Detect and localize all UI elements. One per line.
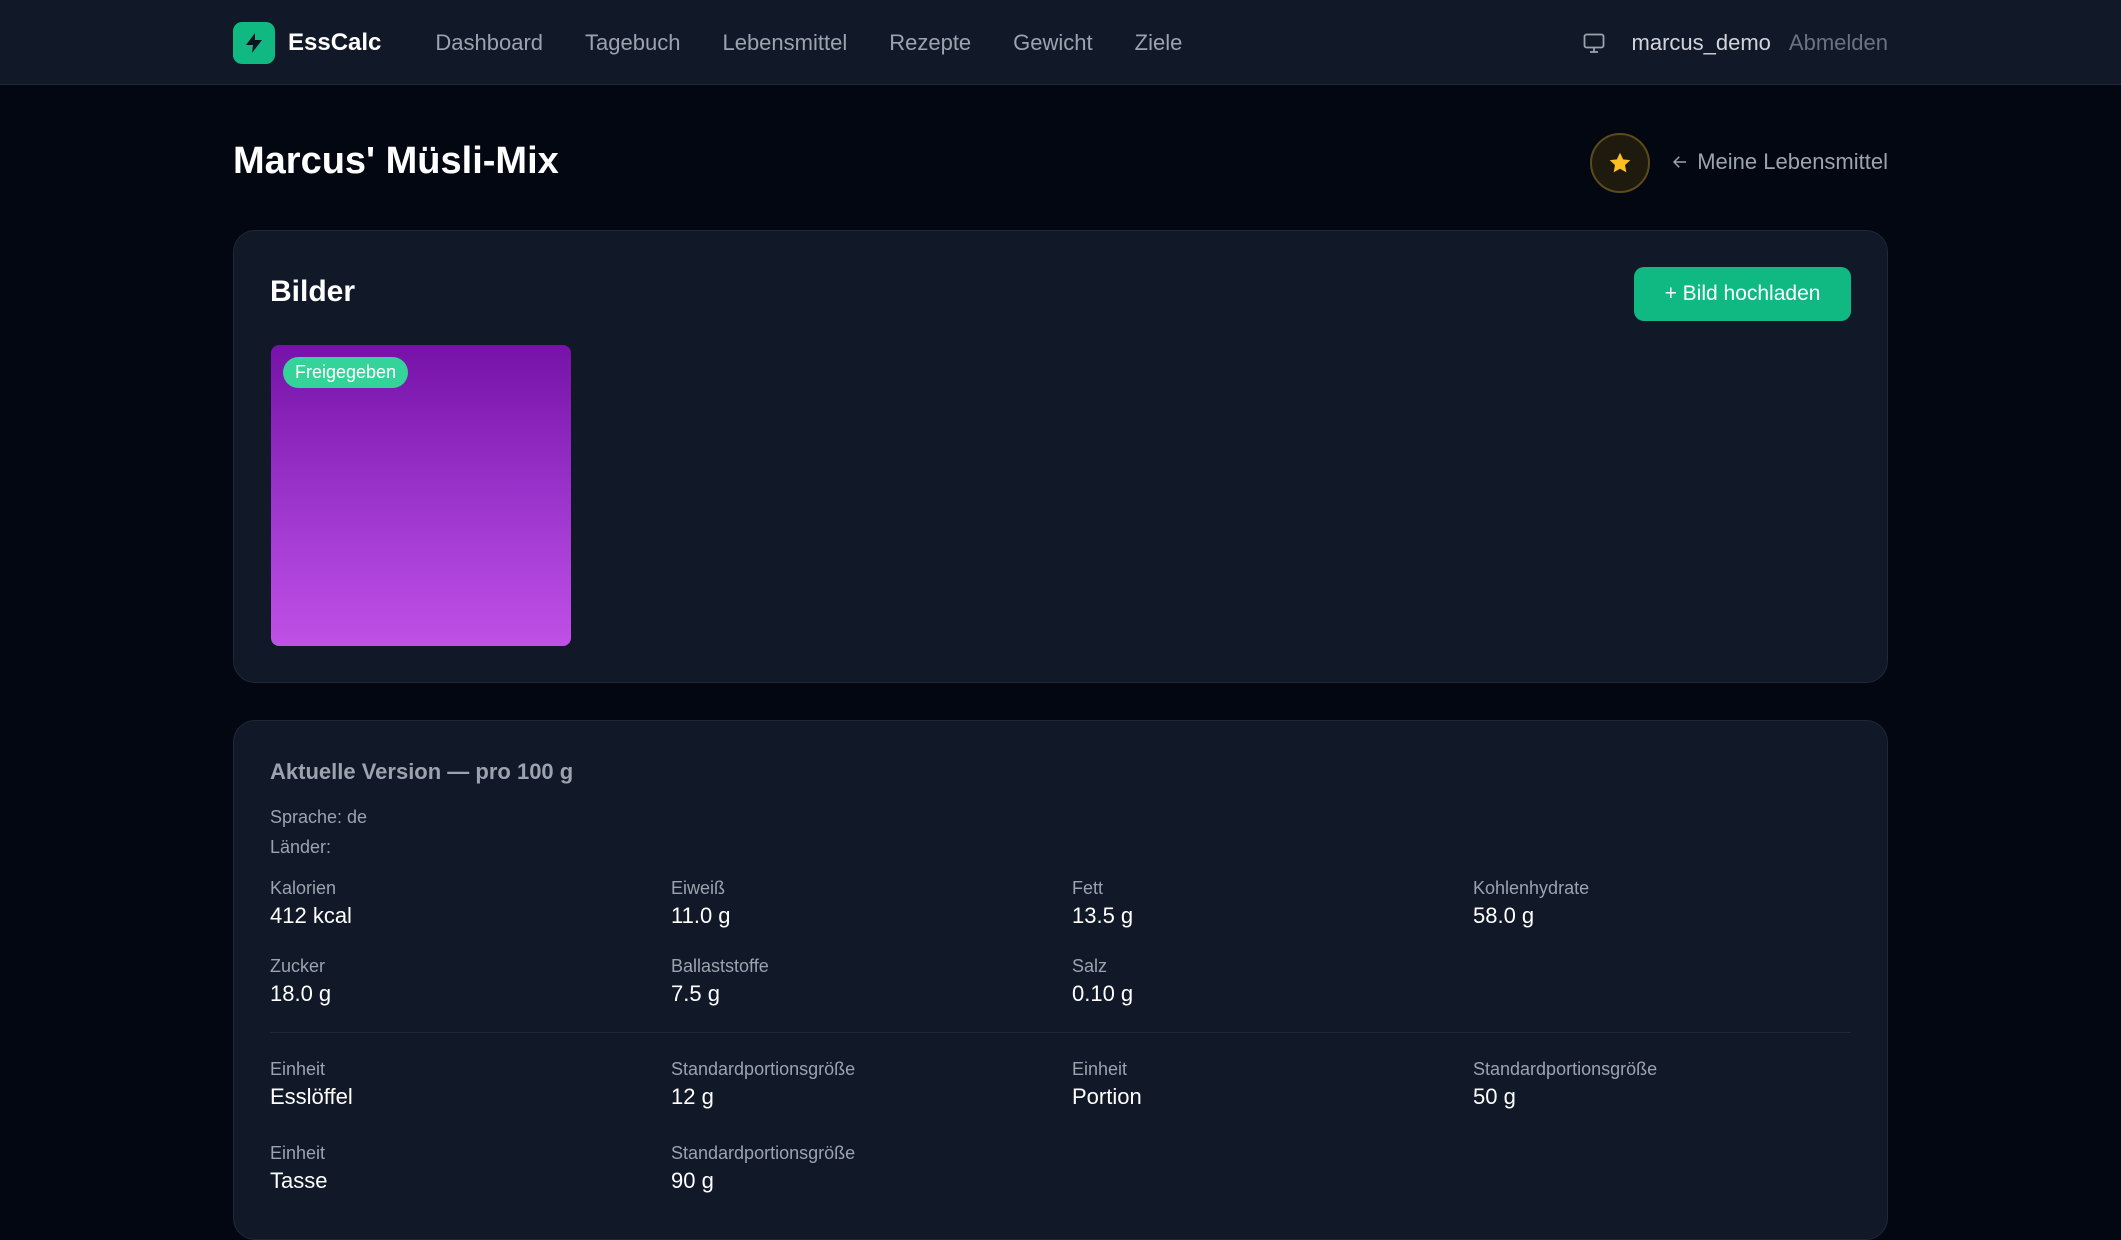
unit-label: Einheit (270, 1143, 326, 1163)
nutrient-label: Eiweiß (671, 878, 726, 898)
nutrient-fat: Fett 13.5 g (1072, 878, 1133, 929)
nav-item-gewicht[interactable]: Gewicht (1013, 30, 1092, 56)
nav-item-rezepte[interactable]: Rezepte (889, 30, 971, 56)
top-navigation-inner: EssCalc Dashboard Tagebuch Lebensmittel … (233, 0, 1888, 85)
countries-line: Länder: (270, 837, 332, 857)
username: marcus_demo (1631, 29, 1771, 55)
nutrient-value: 18.0 g (270, 981, 332, 1006)
unit-label: Einheit (1072, 1059, 1128, 1079)
unit-tasse: Einheit Tasse (270, 1143, 327, 1194)
nutrient-value: 0.10 g (1072, 981, 1134, 1006)
nutrient-sugar: Zucker 18.0 g (270, 956, 331, 1007)
image-thumbnail[interactable]: Freigegeben (271, 345, 571, 646)
user-area: marcus_demo Abmelden (1582, 30, 1888, 56)
nutrient-value: 13.5 g (1072, 903, 1134, 928)
portion-size-label: Standardportionsgröße (1473, 1059, 1658, 1079)
nutrient-label: Ballaststoffe (671, 956, 769, 976)
nutrient-label: Fett (1072, 878, 1104, 898)
arrow-left-icon (1673, 156, 1687, 168)
nav-item-dashboard[interactable]: Dashboard (435, 30, 543, 56)
favorite-button[interactable] (1590, 133, 1650, 193)
nutrient-fiber: Ballaststoffe 7.5 g (671, 956, 769, 1007)
unit-label: Einheit (270, 1059, 326, 1079)
unit-esslöffel-size: Standardportionsgröße 12 g (671, 1059, 855, 1110)
version-title: Aktuelle Version — pro 100 g (270, 759, 574, 784)
main-nav: Dashboard Tagebuch Lebensmittel Rezepte … (435, 30, 1224, 56)
nutrient-value: 58.0 g (1473, 903, 1535, 928)
back-link-label: Meine Lebensmittel (1697, 149, 1888, 174)
logout-link[interactable]: Abmelden (1789, 30, 1888, 56)
back-to-my-foods-link[interactable]: Meine Lebensmittel (1671, 149, 1888, 175)
nutrient-label: Kohlenhydrate (1473, 878, 1590, 898)
portion-size-value: 50 g (1473, 1084, 1516, 1109)
star-icon (1609, 152, 1631, 173)
nav-item-tagebuch[interactable]: Tagebuch (585, 30, 680, 56)
unit-value: Portion (1072, 1084, 1142, 1109)
brand-logo-link[interactable]: EssCalc (233, 21, 382, 64)
nutrient-carbohydrates: Kohlenhydrate 58.0 g (1473, 878, 1589, 929)
unit-esslöffel: Einheit Esslöffel (270, 1059, 353, 1110)
brand-name: EssCalc (288, 28, 382, 56)
unit-tasse-size: Standardportionsgröße 90 g (671, 1143, 855, 1194)
section-divider (270, 1032, 1851, 1033)
nutrient-value: 7.5 g (671, 981, 720, 1006)
portion-size-value: 12 g (671, 1084, 714, 1109)
nutrient-protein: Eiweiß 11.0 g (671, 878, 731, 929)
portion-size-label: Standardportionsgröße (671, 1143, 856, 1163)
nutrient-label: Salz (1072, 956, 1108, 976)
top-navigation-bar: EssCalc Dashboard Tagebuch Lebensmittel … (0, 0, 2121, 85)
images-card-title: Bilder (270, 275, 356, 308)
nutrient-label: Kalorien (270, 878, 337, 898)
current-version-card: Aktuelle Version — pro 100 g Sprache: de… (233, 720, 1888, 1240)
upload-image-button[interactable]: + Bild hochladen (1634, 267, 1851, 321)
unit-portion: Einheit Portion (1072, 1059, 1142, 1110)
nutrient-salt: Salz 0.10 g (1072, 956, 1133, 1007)
nav-item-lebensmittel[interactable]: Lebensmittel (722, 30, 847, 56)
monitor-icon[interactable] (1582, 31, 1606, 55)
unit-value: Esslöffel (270, 1084, 353, 1109)
language-line: Sprache: de (270, 807, 368, 827)
lightning-bolt-icon (233, 21, 275, 64)
unit-value: Tasse (270, 1168, 328, 1193)
portion-size-value: 90 g (671, 1168, 714, 1193)
nutrient-value: 412 kcal (270, 903, 352, 928)
status-badge: Freigegeben (283, 357, 409, 388)
page-title: Marcus' Müsli-Mix (233, 140, 559, 182)
portion-size-label: Standardportionsgröße (671, 1059, 856, 1079)
nav-item-ziele[interactable]: Ziele (1135, 30, 1183, 56)
nutrient-calories: Kalorien 412 kcal (270, 878, 352, 929)
images-card: Bilder + Bild hochladen Freigegeben (233, 230, 1888, 683)
nutrient-label: Zucker (270, 956, 326, 976)
nutrient-value: 11.0 g (671, 903, 731, 928)
unit-portion-size: Standardportionsgröße 50 g (1473, 1059, 1657, 1110)
